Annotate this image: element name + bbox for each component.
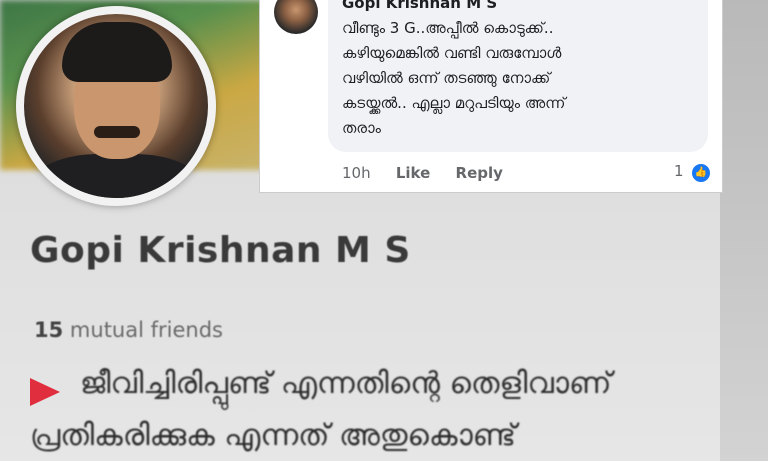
comment-timestamp[interactable]: 10h [342, 164, 371, 182]
mutual-friends-label: mutual friends [69, 318, 223, 342]
comment-author-name[interactable]: Gopi Krishnan M S [342, 0, 497, 12]
background-edge [720, 0, 768, 461]
comment-author-avatar[interactable] [274, 0, 318, 34]
reply-button[interactable]: Reply [456, 164, 503, 182]
comment-text: വീണ്ടും 3 G..അപ്പീൽ കൊടുക്ക്.. കഴിയുമെങ്… [342, 16, 672, 141]
play-icon [30, 378, 60, 406]
bio-line-2: പ്രതികരിക്കുക എന്നത് അതുകൊണ്ട് [30, 418, 516, 453]
like-button[interactable]: Like [396, 164, 430, 182]
reaction-count[interactable]: 1 [674, 162, 684, 180]
profile-name[interactable]: Gopi Krishnan M S [30, 230, 411, 271]
mutual-friends[interactable]: 15 mutual friends [34, 318, 223, 342]
avatar-hair [62, 22, 172, 82]
bio-line-1: ജീവിച്ചിരിപ്പുണ്ട് എന്നതിന്റെ തെളിവാണ് [80, 366, 612, 401]
comment-screenshot: Gopi Krishnan M S വീണ്ടും 3 G..അപ്പീൽ കൊ… [260, 0, 722, 192]
comment-actions: 10h Like Reply [342, 164, 523, 182]
avatar-shirt [34, 154, 199, 198]
avatar-mustache [94, 126, 140, 138]
comment-text-line: കടയ്ക്കൽ.. എല്ലാ മറുപടിയും അന്ന് [342, 94, 566, 112]
profile-avatar[interactable] [24, 14, 208, 198]
like-icon[interactable]: 👍 [690, 162, 712, 184]
comment-text-line: തരാം [342, 119, 381, 137]
mutual-friends-count: 15 [34, 318, 64, 342]
comment-text-line: വീണ്ടും 3 G..അപ്പീൽ കൊടുക്ക്.. [342, 19, 554, 37]
comment-text-line: കഴിയുമെങ്കിൽ വണ്ടി വരുമ്പോൾ [342, 44, 562, 62]
comment-text-line: വഴിയിൽ ഒന്ന് തടഞ്ഞു നോക്ക് [342, 69, 551, 87]
